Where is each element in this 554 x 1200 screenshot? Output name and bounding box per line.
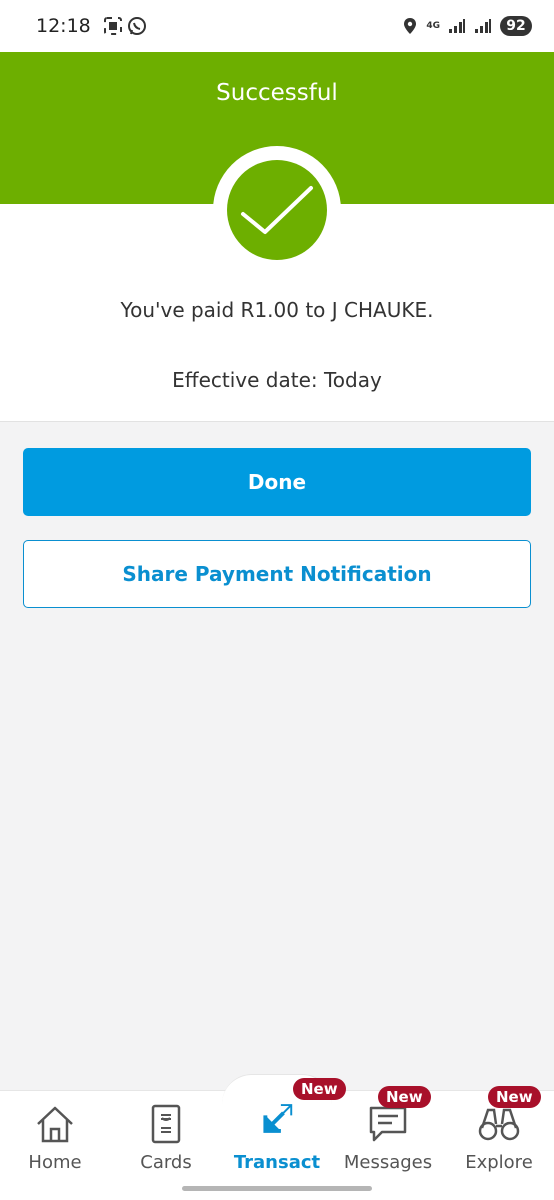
whatsapp-icon <box>127 17 146 35</box>
message-icon <box>366 1102 410 1146</box>
check-icon <box>227 160 327 260</box>
home-icon <box>33 1102 77 1146</box>
effective-date: Effective date: Today <box>172 368 382 392</box>
battery-indicator: 92 <box>500 16 532 36</box>
new-badge-explore: New <box>488 1086 541 1108</box>
signal-icon <box>475 19 491 33</box>
transfer-arrows-icon <box>255 1102 299 1146</box>
signal-icon <box>449 19 465 33</box>
binoculars-icon <box>477 1102 521 1146</box>
nav-item-messages[interactable]: Messages <box>333 1102 443 1182</box>
done-button[interactable]: Done <box>23 448 531 516</box>
nav-item-transact[interactable]: Transact <box>222 1102 332 1182</box>
payment-message: You've paid R1.00 to J CHAUKE. <box>120 298 434 322</box>
home-indicator[interactable] <box>182 1186 372 1191</box>
page-title: Successful <box>216 80 338 106</box>
new-badge-transact: New <box>293 1078 346 1100</box>
nav-label-transact: Transact <box>233 1152 321 1173</box>
share-payment-notification-button[interactable]: Share Payment Notification <box>23 540 531 608</box>
nav-label-home: Home <box>28 1152 82 1173</box>
status-bar: 12:18 4G 92 <box>0 0 554 52</box>
nav-item-explore[interactable]: Explore <box>444 1102 554 1182</box>
network-type: 4G <box>426 20 440 31</box>
location-icon <box>404 18 417 34</box>
card-icon <box>144 1102 188 1146</box>
nav-item-cards[interactable]: Cards <box>111 1102 221 1182</box>
nav-item-home[interactable]: Home <box>0 1102 110 1182</box>
nav-label-cards: Cards <box>140 1152 192 1173</box>
screenshot-icon <box>103 17 122 35</box>
new-badge-messages: New <box>378 1086 431 1108</box>
status-time: 12:18 <box>36 15 91 37</box>
nav-label-messages: Messages <box>343 1152 433 1173</box>
nav-label-explore: Explore <box>465 1152 533 1173</box>
